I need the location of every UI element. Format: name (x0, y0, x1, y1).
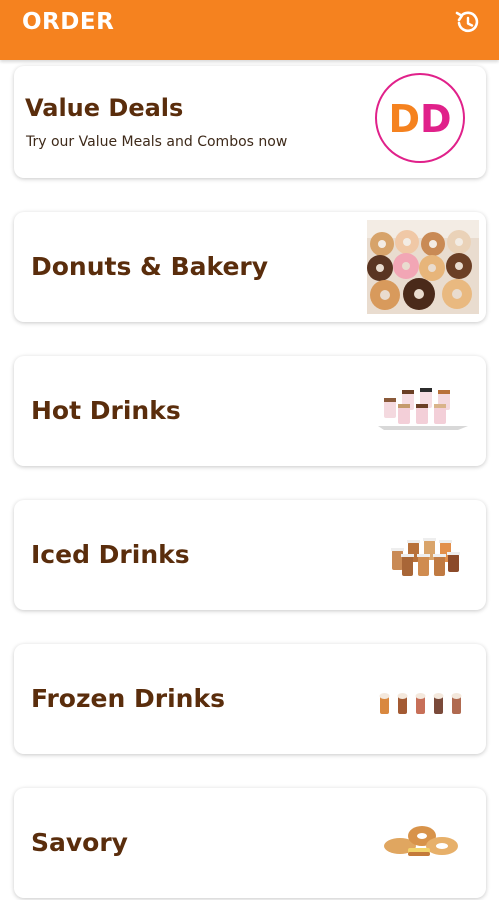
category-title: Hot Drinks (31, 396, 181, 425)
category-card-savory[interactable]: Savory (14, 788, 486, 898)
category-title: Frozen Drinks (31, 684, 225, 713)
category-card-hot-drinks[interactable]: Hot Drinks (14, 356, 486, 466)
category-title: Donuts & Bakery (31, 252, 269, 281)
savory-photo (384, 826, 458, 856)
logo-letter-d-orange: D (388, 97, 420, 141)
logo-letter-d-pink: D (420, 97, 452, 141)
category-title: Savory (31, 828, 128, 857)
donuts-photo (367, 220, 479, 314)
value-deals-card[interactable]: Value Deals Try our Value Meals and Comb… (14, 66, 486, 178)
history-icon (455, 11, 479, 33)
category-card-donuts-bakery[interactable]: Donuts & Bakery (14, 212, 486, 322)
history-button[interactable] (451, 6, 483, 38)
value-deals-subtitle: Try our Value Meals and Combos now (26, 134, 288, 150)
category-card-frozen-drinks[interactable]: Frozen Drinks (14, 644, 486, 754)
iced-drinks-photo (391, 538, 460, 576)
dd-logo: DD (375, 73, 465, 163)
category-card-iced-drinks[interactable]: Iced Drinks (14, 500, 486, 610)
value-deals-title: Value Deals (25, 94, 184, 122)
frozen-drinks-photo (379, 693, 462, 714)
category-title: Iced Drinks (31, 540, 190, 569)
app-header: ORDER (0, 0, 499, 60)
page-title: ORDER (22, 9, 115, 35)
hot-drinks-photo (378, 388, 468, 430)
